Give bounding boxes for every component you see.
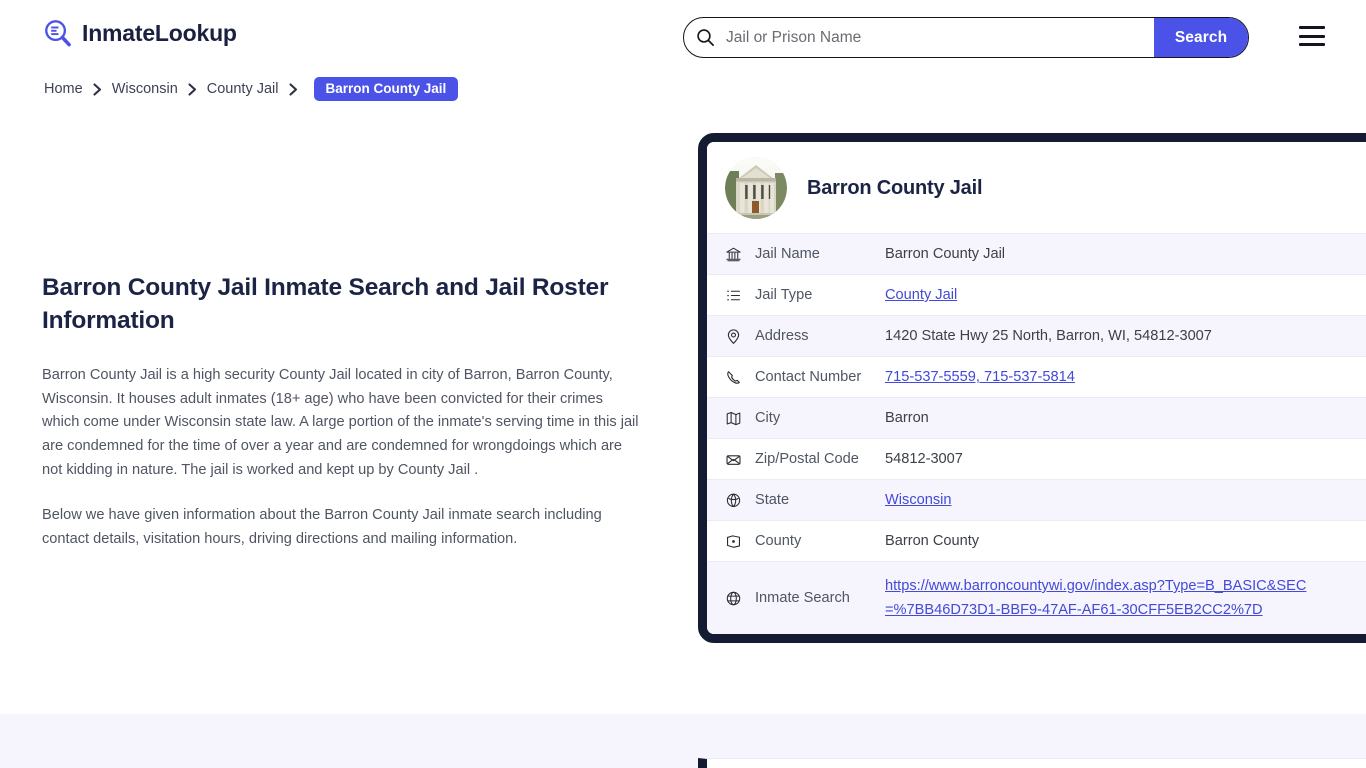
search-button[interactable]: Search xyxy=(1154,18,1248,57)
intro-paragraph-1: Barron County Jail is a high security Co… xyxy=(42,367,639,478)
breadcrumb-item-county-jail[interactable]: County Jail xyxy=(205,81,281,97)
intro-paragraph-2: Below we have given information about th… xyxy=(42,507,602,547)
breadcrumb-item-home[interactable]: Home xyxy=(42,81,85,97)
row-label: Address xyxy=(755,328,809,344)
state-link[interactable]: Wisconsin xyxy=(885,492,952,508)
row-label: State xyxy=(755,492,790,508)
contact-number-link[interactable]: 715-537-5559, 715-537-5814 xyxy=(885,369,1075,385)
breadcrumb-item-wisconsin[interactable]: Wisconsin xyxy=(110,81,180,97)
hamburger-menu-icon[interactable] xyxy=(1299,26,1325,46)
row-value: Barron xyxy=(885,410,929,426)
row-label: Jail Type xyxy=(755,287,813,303)
globe-shield-icon xyxy=(707,480,755,521)
row-value: 1420 State Hwy 25 North, Barron, WI, 548… xyxy=(885,328,1212,344)
hamburger-bar xyxy=(1299,43,1325,46)
row-label: Contact Number xyxy=(755,369,862,385)
table-row: Inmate Search https://www.barroncountywi… xyxy=(707,561,1366,635)
row-label: City xyxy=(755,410,781,426)
jail-info-card: Barron County Jail Jail Name Barron Coun… xyxy=(698,133,1366,644)
row-label: Inmate Search xyxy=(755,590,850,607)
table-row: Jail Type County Jail xyxy=(707,274,1366,316)
chevron-right-icon xyxy=(93,82,102,96)
phone-icon xyxy=(707,357,755,398)
row-value-link[interactable]: County Jail xyxy=(885,275,1366,316)
jail-card-title: Barron County Jail xyxy=(807,176,983,199)
brand-logo-link[interactable]: InmateLookup xyxy=(42,18,237,49)
brand-name: InmateLookup xyxy=(82,20,237,46)
map-icon xyxy=(707,398,755,439)
search-icon xyxy=(684,28,726,47)
next-card-top-edge xyxy=(698,758,1366,768)
page-intro: Barron County Jail Inmate Search and Jai… xyxy=(42,272,642,574)
row-value-link[interactable]: 715-537-5559, 715-537-5814 xyxy=(885,357,1366,398)
hamburger-bar xyxy=(1299,26,1325,29)
table-row: Zip/Postal Code 54812-3007 xyxy=(707,438,1366,480)
globe-icon xyxy=(707,562,755,635)
row-label: County xyxy=(755,533,802,549)
table-row: County Barron County xyxy=(707,520,1366,562)
chevron-right-icon xyxy=(288,82,298,96)
search-input[interactable] xyxy=(726,18,1154,57)
table-row: State Wisconsin xyxy=(707,479,1366,521)
search-bar[interactable]: Search xyxy=(683,17,1249,58)
row-value: Barron County Jail xyxy=(885,246,1006,262)
site-header: InmateLookup Search xyxy=(0,0,1366,74)
bank-building-icon xyxy=(707,234,755,275)
magnifier-list-icon xyxy=(42,18,73,49)
envelope-icon xyxy=(707,439,755,480)
list-icon xyxy=(707,275,755,316)
breadcrumb-item-current: Barron County Jail xyxy=(313,77,459,101)
breadcrumb: Home Wisconsin County Jail Barron County… xyxy=(42,77,459,101)
page-title: Barron County Jail Inmate Search and Jai… xyxy=(42,274,609,334)
row-value-link[interactable]: https://www.barroncountywi.gov/index.asp… xyxy=(885,562,1366,635)
inmate-search-link[interactable]: https://www.barroncountywi.gov/index.asp… xyxy=(885,574,1315,622)
map-pin-icon xyxy=(707,316,755,357)
chevron-right-icon xyxy=(188,82,197,96)
jail-type-link[interactable]: County Jail xyxy=(885,287,957,303)
row-value-link[interactable]: Wisconsin xyxy=(885,480,1366,521)
row-value: Barron County xyxy=(885,533,980,549)
jail-details-table: Jail Name Barron County Jail Jail Type C… xyxy=(707,233,1366,635)
county-map-icon xyxy=(707,521,755,562)
table-row: Address 1420 State Hwy 25 North, Barron,… xyxy=(707,315,1366,357)
courthouse-photo xyxy=(725,157,787,219)
row-label: Zip/Postal Code xyxy=(755,451,859,467)
table-row: Jail Name Barron County Jail xyxy=(707,233,1366,275)
table-row: City Barron xyxy=(707,397,1366,439)
table-row: Contact Number 715-537-5559, 715-537-581… xyxy=(707,356,1366,398)
jail-card-header: Barron County Jail xyxy=(707,142,1366,233)
row-value: 54812-3007 xyxy=(885,451,963,467)
row-label: Jail Name xyxy=(755,246,820,262)
hamburger-bar xyxy=(1299,34,1325,38)
